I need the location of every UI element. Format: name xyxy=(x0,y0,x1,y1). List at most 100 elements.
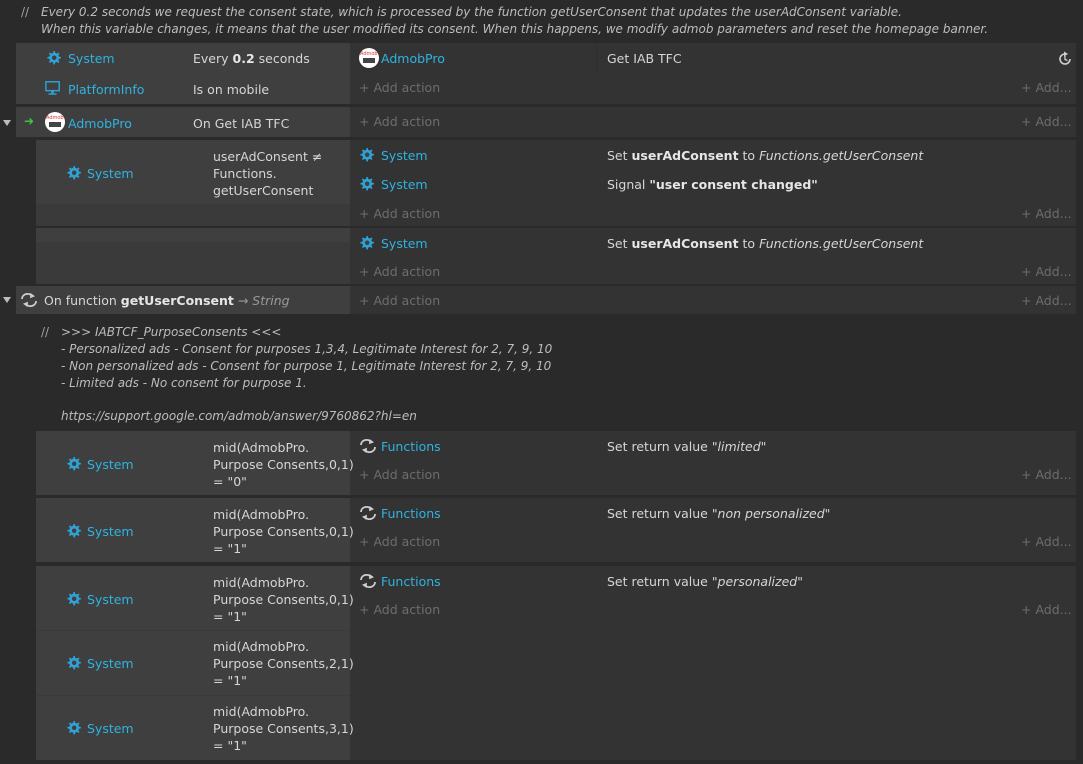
action-admob-get-iab[interactable]: Admob AdmobPro Get IAB TFC xyxy=(350,47,1076,71)
object-name: Functions xyxy=(381,506,441,521)
add-more-link[interactable]: + Add... xyxy=(1021,206,1072,221)
add-more-link[interactable]: + Add... xyxy=(1021,602,1072,617)
condition-system-every[interactable]: System Every 0.2 seconds xyxy=(16,47,350,71)
gear-icon xyxy=(360,176,374,191)
action-signal[interactable]: System Signal "user consent changed" xyxy=(350,173,1076,197)
action-set-return[interactable]: Functions Set return value "personalized… xyxy=(350,570,1076,594)
gear-icon xyxy=(67,720,81,735)
function-title: On function getUserConsent → String xyxy=(44,293,290,308)
event-every-0.2s[interactable]: System Every 0.2 seconds PlatformInfo Is… xyxy=(16,43,1076,104)
condition-text-line: Purpose Consents,0,1) xyxy=(213,592,354,607)
condition-text-line: Purpose Consents,2,1) xyxy=(213,656,354,671)
object-name: System xyxy=(87,166,134,181)
subevent-limited[interactable]: System mid(AdmobPro. Purpose Consents,0,… xyxy=(36,431,1076,495)
condition-text-line: getUserConsent xyxy=(213,183,314,198)
object-name: AdmobPro xyxy=(381,51,445,66)
object-name: System xyxy=(381,177,428,192)
condition-mid-0[interactable]: System mid(AdmobPro. Purpose Consents,0,… xyxy=(36,431,354,495)
object-name: System xyxy=(87,721,134,736)
action-set-consent[interactable]: System Set userAdConsent to Functions.ge… xyxy=(350,144,1076,168)
gear-icon xyxy=(360,147,374,162)
add-action-link[interactable]: + Add action xyxy=(359,114,440,129)
condition-text-line: userAdConsent ≠ xyxy=(213,149,323,164)
condition-text: Every 0.2 seconds xyxy=(193,51,310,66)
admob-logo-icon: Admob xyxy=(45,112,65,132)
condition-text-line: mid(AdmobPro. xyxy=(213,507,310,522)
action-text: Get IAB TFC xyxy=(607,51,682,66)
comment-line: - Non personalized ads - Consent for pur… xyxy=(61,359,552,373)
add-action-link[interactable]: + Add action xyxy=(359,206,440,221)
condition-mid-3[interactable]: System mid(AdmobPro. Purpose Consents,3,… xyxy=(36,696,354,760)
refresh-icon[interactable] xyxy=(1057,51,1073,67)
object-name: Functions xyxy=(381,439,441,454)
gear-icon xyxy=(67,523,81,538)
object-name: System xyxy=(381,148,428,163)
action-set-return[interactable]: Functions Set return value "non personal… xyxy=(350,502,1076,526)
add-more-link[interactable]: + Add... xyxy=(1021,467,1072,482)
condition-mid-0[interactable]: System mid(AdmobPro. Purpose Consents,0,… xyxy=(36,566,354,630)
action-set-consent[interactable]: System Set userAdConsent to Functions.ge… xyxy=(350,232,1076,256)
comment-marker: // xyxy=(41,325,50,339)
condition-text-line: mid(AdmobPro. xyxy=(213,639,310,654)
comment-url[interactable]: https://support.google.com/admob/answer/… xyxy=(61,408,417,425)
condition-mid-0[interactable]: System mid(AdmobPro. Purpose Consents,0,… xyxy=(36,498,354,562)
add-more-link[interactable]: + Add... xyxy=(1021,80,1072,95)
empty-condition xyxy=(36,228,350,242)
condition-text-line: = "0" xyxy=(213,474,247,489)
condition-text: Is on mobile xyxy=(193,82,270,97)
object-name: System xyxy=(87,592,134,607)
condition-text-line: mid(AdmobPro. xyxy=(213,704,310,719)
monitor-icon xyxy=(45,81,60,95)
add-more-link[interactable]: + Add... xyxy=(1021,114,1072,129)
function-icon xyxy=(360,505,376,521)
action-text: Set return value "personalized" xyxy=(607,574,803,589)
add-more-link[interactable]: + Add... xyxy=(1021,534,1072,549)
add-action-link[interactable]: + Add action xyxy=(359,534,440,549)
subevent-personalized[interactable]: System mid(AdmobPro. Purpose Consents,0,… xyxy=(36,566,1076,760)
object-name: PlatformInfo xyxy=(68,82,145,97)
comment-marker: // xyxy=(21,5,30,19)
action-set-return[interactable]: Functions Set return value "limited" xyxy=(350,435,1076,459)
condition-system-compare[interactable]: System userAdConsent ≠ Functions. getUse… xyxy=(36,140,350,204)
comment-block-2[interactable]: // >>> IABTCF_PurposeConsents <<< - Pers… xyxy=(36,318,1076,428)
add-more-link[interactable]: + Add... xyxy=(1021,264,1072,279)
event-on-get-iab[interactable]: ➜ Admob AdmobPro On Get IAB TFC + Add ac… xyxy=(16,107,1076,137)
comment-line: - Personalized ads - Consent for purpose… xyxy=(61,342,553,356)
condition-text-line: = "1" xyxy=(213,541,247,556)
gear-icon xyxy=(67,165,81,180)
add-action-link[interactable]: + Add action xyxy=(359,293,440,308)
trigger-arrow-icon: ➜ xyxy=(24,114,35,128)
function-getuserconsent[interactable]: On function getUserConsent → String + Ad… xyxy=(16,286,1076,314)
add-action-row[interactable]: + Add action + Add... xyxy=(350,78,1076,98)
admob-logo-icon: Admob xyxy=(359,48,379,68)
collapse-arrow-icon[interactable] xyxy=(2,118,12,128)
subevent-non-personalized[interactable]: System mid(AdmobPro. Purpose Consents,0,… xyxy=(36,498,1076,562)
object-name: Functions xyxy=(381,574,441,589)
conditions-area xyxy=(16,107,350,137)
add-action-link[interactable]: + Add action xyxy=(359,467,440,482)
subevent-else[interactable]: System Set userAdConsent to Functions.ge… xyxy=(36,228,1076,284)
object-name: System xyxy=(68,51,115,66)
comment-block-1[interactable]: // Every 0.2 seconds we request the cons… xyxy=(16,0,1076,40)
add-more-link[interactable]: + Add... xyxy=(1021,293,1072,308)
action-text: Set return value "limited" xyxy=(607,439,767,454)
collapse-arrow-icon[interactable] xyxy=(2,295,12,305)
subevent-consent-changed[interactable]: System userAdConsent ≠ Functions. getUse… xyxy=(36,140,1076,226)
object-name: AdmobPro xyxy=(68,116,132,131)
add-action-link[interactable]: + Add action xyxy=(359,602,440,617)
gear-icon xyxy=(47,50,61,65)
comment-line: - Limited ads - No consent for purpose 1… xyxy=(61,376,307,390)
gear-icon xyxy=(67,591,81,606)
add-action-link[interactable]: + Add action xyxy=(359,80,440,95)
condition-text: On Get IAB TFC xyxy=(193,116,290,131)
condition-mid-2[interactable]: System mid(AdmobPro. Purpose Consents,2,… xyxy=(36,631,354,695)
add-action-link[interactable]: + Add action xyxy=(359,264,440,279)
object-name: System xyxy=(87,656,134,671)
gear-icon xyxy=(360,235,374,250)
action-text: Set userAdConsent to Functions.getUserCo… xyxy=(607,236,924,251)
function-icon xyxy=(360,573,376,589)
action-text: Set return value "non personalized" xyxy=(607,506,831,521)
comment-line: >>> IABTCF_PurposeConsents <<< xyxy=(61,325,282,339)
action-text: Set userAdConsent to Functions.getUserCo… xyxy=(607,148,924,163)
condition-platforminfo[interactable]: PlatformInfo Is on mobile xyxy=(16,77,350,101)
